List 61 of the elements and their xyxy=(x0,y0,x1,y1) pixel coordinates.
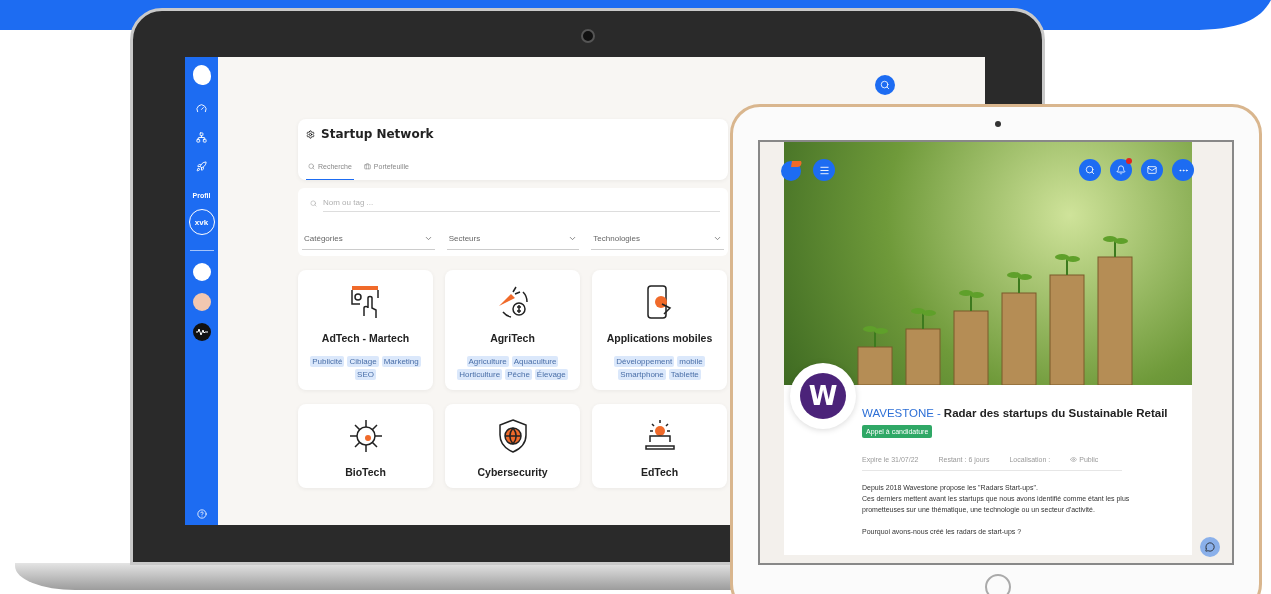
category-card[interactable]: BioTech xyxy=(298,404,433,488)
avatar-circle[interactable] xyxy=(192,263,211,281)
chat-icon xyxy=(1205,542,1215,552)
search-button[interactable] xyxy=(875,75,895,95)
category-card[interactable]: AgriTech Agriculture Aquaculture Horticulture Pêche Élevage xyxy=(445,270,580,390)
post-title: Radar des startups du Sustainable Retail xyxy=(943,407,1168,419)
chevron-down-icon xyxy=(568,234,578,243)
search-icon xyxy=(880,80,890,90)
search-icon xyxy=(310,199,317,207)
title-separator: - xyxy=(937,407,941,419)
category-title: EdTech xyxy=(640,466,679,478)
page-title: Startup Network xyxy=(321,127,434,141)
filter-dropdown[interactable]: Catégories xyxy=(302,230,435,250)
avatar-circle[interactable] xyxy=(192,293,211,311)
filter-dropdown[interactable]: Secteurs xyxy=(446,230,580,250)
camera-icon xyxy=(995,121,1001,127)
tag: Publicité xyxy=(310,356,345,367)
category-card[interactable]: AdTech - Martech Publicité Ciblage Marketing SEO xyxy=(298,270,433,390)
tag: Agriculture xyxy=(466,356,509,367)
waveform-avatar[interactable] xyxy=(192,323,211,341)
search-icon xyxy=(308,163,315,170)
category-card[interactable]: Cybersecurity xyxy=(445,404,580,488)
camera-icon xyxy=(581,29,595,43)
app-logo-icon xyxy=(192,65,211,85)
tag: Développement xyxy=(614,356,675,367)
tag: SEO xyxy=(355,369,376,380)
category-title: Cybersecurity xyxy=(477,466,548,478)
category-title: AdTech - Martech xyxy=(321,332,410,344)
tag: Marketing xyxy=(381,356,421,367)
briefcase-icon xyxy=(363,163,371,170)
gauge-icon[interactable] xyxy=(196,103,207,114)
category-title: AgriTech xyxy=(490,332,535,344)
tag: Tablette xyxy=(668,369,701,380)
category-title: BioTech xyxy=(345,466,386,478)
app-logo-icon xyxy=(780,158,804,182)
tag: Ciblage xyxy=(347,356,379,367)
tag: mobile xyxy=(677,356,705,367)
menu-icon xyxy=(818,164,830,176)
rocket-icon[interactable] xyxy=(196,161,207,172)
tag: Horticulture xyxy=(457,369,503,380)
help-icon[interactable] xyxy=(196,509,207,519)
filter-dropdown[interactable]: Technologies xyxy=(591,230,724,250)
search-field[interactable]: Nom ou tag ... xyxy=(323,194,720,212)
network-icon[interactable] xyxy=(196,132,207,143)
chat-button[interactable] xyxy=(1200,537,1220,557)
tag: Élevage xyxy=(534,369,568,380)
tag: Smartphone xyxy=(618,369,666,380)
category-card[interactable]: Applications mobiles Développement mobile Smartphone Tablette xyxy=(592,270,727,390)
bell-icon xyxy=(1116,165,1126,175)
chevron-down-icon xyxy=(713,234,722,243)
logo-mark: W xyxy=(800,373,846,419)
gear-icon xyxy=(306,129,315,139)
search-icon xyxy=(1085,165,1095,175)
eye-icon xyxy=(1070,456,1078,463)
category-title: Applications mobiles xyxy=(606,332,713,344)
chevron-down-icon xyxy=(423,234,433,243)
organization-link[interactable]: WAVESTONE xyxy=(862,407,934,419)
mail-icon xyxy=(1147,165,1157,175)
tag: Aquaculture xyxy=(511,356,559,367)
tag: Pêche xyxy=(505,369,532,380)
category-card[interactable]: EdTech xyxy=(592,404,727,488)
